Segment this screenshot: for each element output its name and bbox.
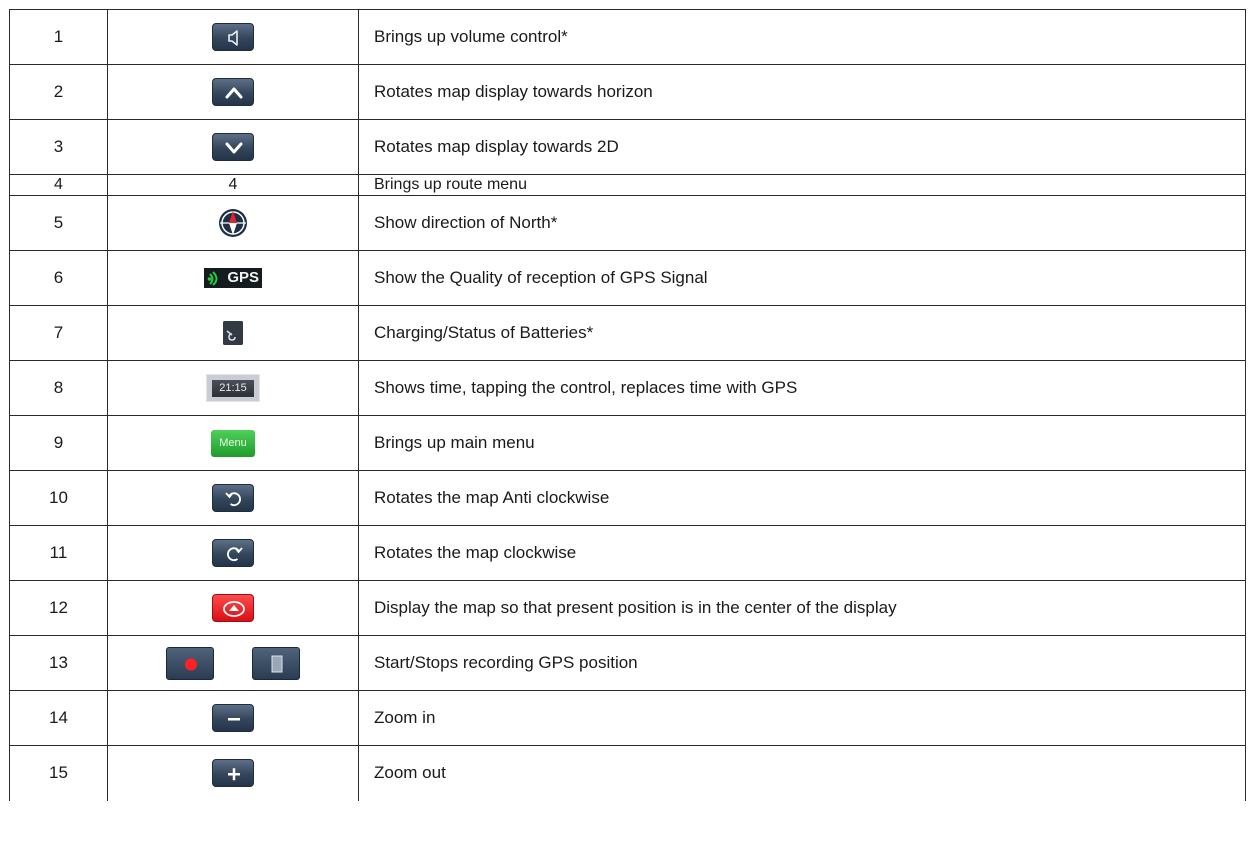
icon-cell — [107, 64, 359, 120]
row-number: 4 — [9, 174, 108, 196]
table-row: 14 Zoom in — [9, 690, 1246, 746]
table-row: 8 21:15 Shows time, tapping the control,… — [9, 360, 1246, 416]
battery-indicator[interactable] — [223, 321, 243, 345]
tilt-down-button[interactable] — [212, 133, 254, 161]
speaker-icon — [228, 30, 238, 46]
row-description: Brings up volume control* — [358, 9, 1246, 65]
clock-button[interactable]: 21:15 — [206, 374, 260, 402]
row-description: Rotates map display towards 2D — [358, 119, 1246, 175]
table-row: 3 Rotates map display towards 2D — [9, 119, 1246, 175]
chevron-up-icon — [225, 87, 243, 99]
icon-cell — [107, 9, 359, 65]
icon-cell: Menu — [107, 415, 359, 471]
row-number: 7 — [9, 305, 108, 361]
table-row: 6 GPS Show the Quality of reception of G… — [9, 250, 1246, 306]
stop-icon — [271, 655, 283, 672]
compass-button[interactable] — [218, 208, 248, 238]
row-number: 15 — [9, 745, 108, 801]
row-description: Show direction of North* — [358, 195, 1246, 251]
controls-table: 1 Brings up volume control* 2 Rotates ma… — [9, 9, 1246, 801]
row-number: 14 — [9, 690, 108, 746]
icon-cell: 4 — [107, 174, 359, 196]
zoom-in-button[interactable] — [212, 704, 254, 732]
row-description: Charging/Status of Batteries* — [358, 305, 1246, 361]
icon-cell — [107, 635, 359, 691]
row-description: Brings up route menu — [358, 174, 1246, 196]
gps-status-indicator[interactable]: GPS — [204, 268, 262, 289]
row-description: Shows time, tapping the control, replace… — [358, 360, 1246, 416]
row-number: 6 — [9, 250, 108, 306]
table-row: 11 Rotates the map clockwise — [9, 525, 1246, 581]
icon-cell — [107, 119, 359, 175]
row-number: 12 — [9, 580, 108, 636]
rotate-anticlockwise-icon — [225, 492, 241, 507]
row-number: 5 — [9, 195, 108, 251]
table-row: 9 Menu Brings up main menu — [9, 415, 1246, 471]
table-row: 10 Rotates the map Anti clockwise — [9, 470, 1246, 526]
row-description: Brings up main menu — [358, 415, 1246, 471]
icon-cell — [107, 470, 359, 526]
row-number: 1 — [9, 9, 108, 65]
table-row: 13 Start/Stops recording GPS position — [9, 635, 1246, 691]
table-row: 7 Charging/Status of Batteries* — [9, 305, 1246, 361]
icon-cell — [107, 195, 359, 251]
chevron-down-icon — [225, 142, 243, 154]
row-description: Display the map so that present position… — [358, 580, 1246, 636]
minus-icon — [228, 718, 240, 721]
rotate-anticlockwise-button[interactable] — [212, 484, 254, 512]
row-number: 10 — [9, 470, 108, 526]
icon-cell — [107, 745, 359, 801]
table-row: 15 Zoom out — [9, 745, 1246, 801]
row-number: 13 — [9, 635, 108, 691]
record-icon — [184, 658, 197, 670]
row-number: 8 — [9, 360, 108, 416]
center-position-button[interactable] — [212, 594, 254, 622]
volume-button[interactable] — [212, 23, 254, 51]
icon-cell — [107, 580, 359, 636]
stop-button[interactable] — [252, 646, 301, 680]
plus-icon — [228, 768, 240, 781]
row-description: Rotates map display towards horizon — [358, 64, 1246, 120]
table-row: 1 Brings up volume control* — [9, 9, 1246, 65]
menu-button[interactable]: Menu — [211, 429, 255, 457]
row-description: Zoom out — [358, 745, 1246, 801]
row-description: Rotates the map Anti clockwise — [358, 470, 1246, 526]
gps-label: GPS — [227, 269, 259, 287]
gps-signal-icon — [207, 271, 218, 287]
zoom-out-button[interactable] — [212, 759, 254, 788]
center-position-icon — [223, 601, 245, 617]
table-row: 5 Show direction of North* — [9, 195, 1246, 251]
record-button[interactable] — [165, 646, 214, 680]
row-description: Show the Quality of reception of GPS Sig… — [358, 250, 1246, 306]
row-number: 2 — [9, 64, 108, 120]
icon-cell: GPS — [107, 250, 359, 306]
rotate-clockwise-button[interactable] — [212, 539, 254, 567]
clock-icon: 21:15 — [212, 380, 254, 397]
tilt-up-button[interactable] — [212, 78, 254, 106]
compass-icon — [219, 209, 247, 237]
icon-cell — [107, 690, 359, 746]
row-number: 9 — [9, 415, 108, 471]
row-description: Rotates the map clockwise — [358, 525, 1246, 581]
battery-icon — [223, 321, 243, 345]
table-row: 4 4 Brings up route menu — [9, 174, 1246, 196]
icon-cell — [107, 525, 359, 581]
row-number: 11 — [9, 525, 108, 581]
rotate-clockwise-icon — [227, 547, 243, 562]
row-description: Start/Stops recording GPS position — [358, 635, 1246, 691]
icon-cell: 21:15 — [107, 360, 359, 416]
row-number: 3 — [9, 119, 108, 175]
table-row: 12 Display the map so that present posit… — [9, 580, 1246, 636]
table-row: 2 Rotates map display towards horizon — [9, 64, 1246, 120]
icon-cell — [107, 305, 359, 361]
row-description: Zoom in — [358, 690, 1246, 746]
